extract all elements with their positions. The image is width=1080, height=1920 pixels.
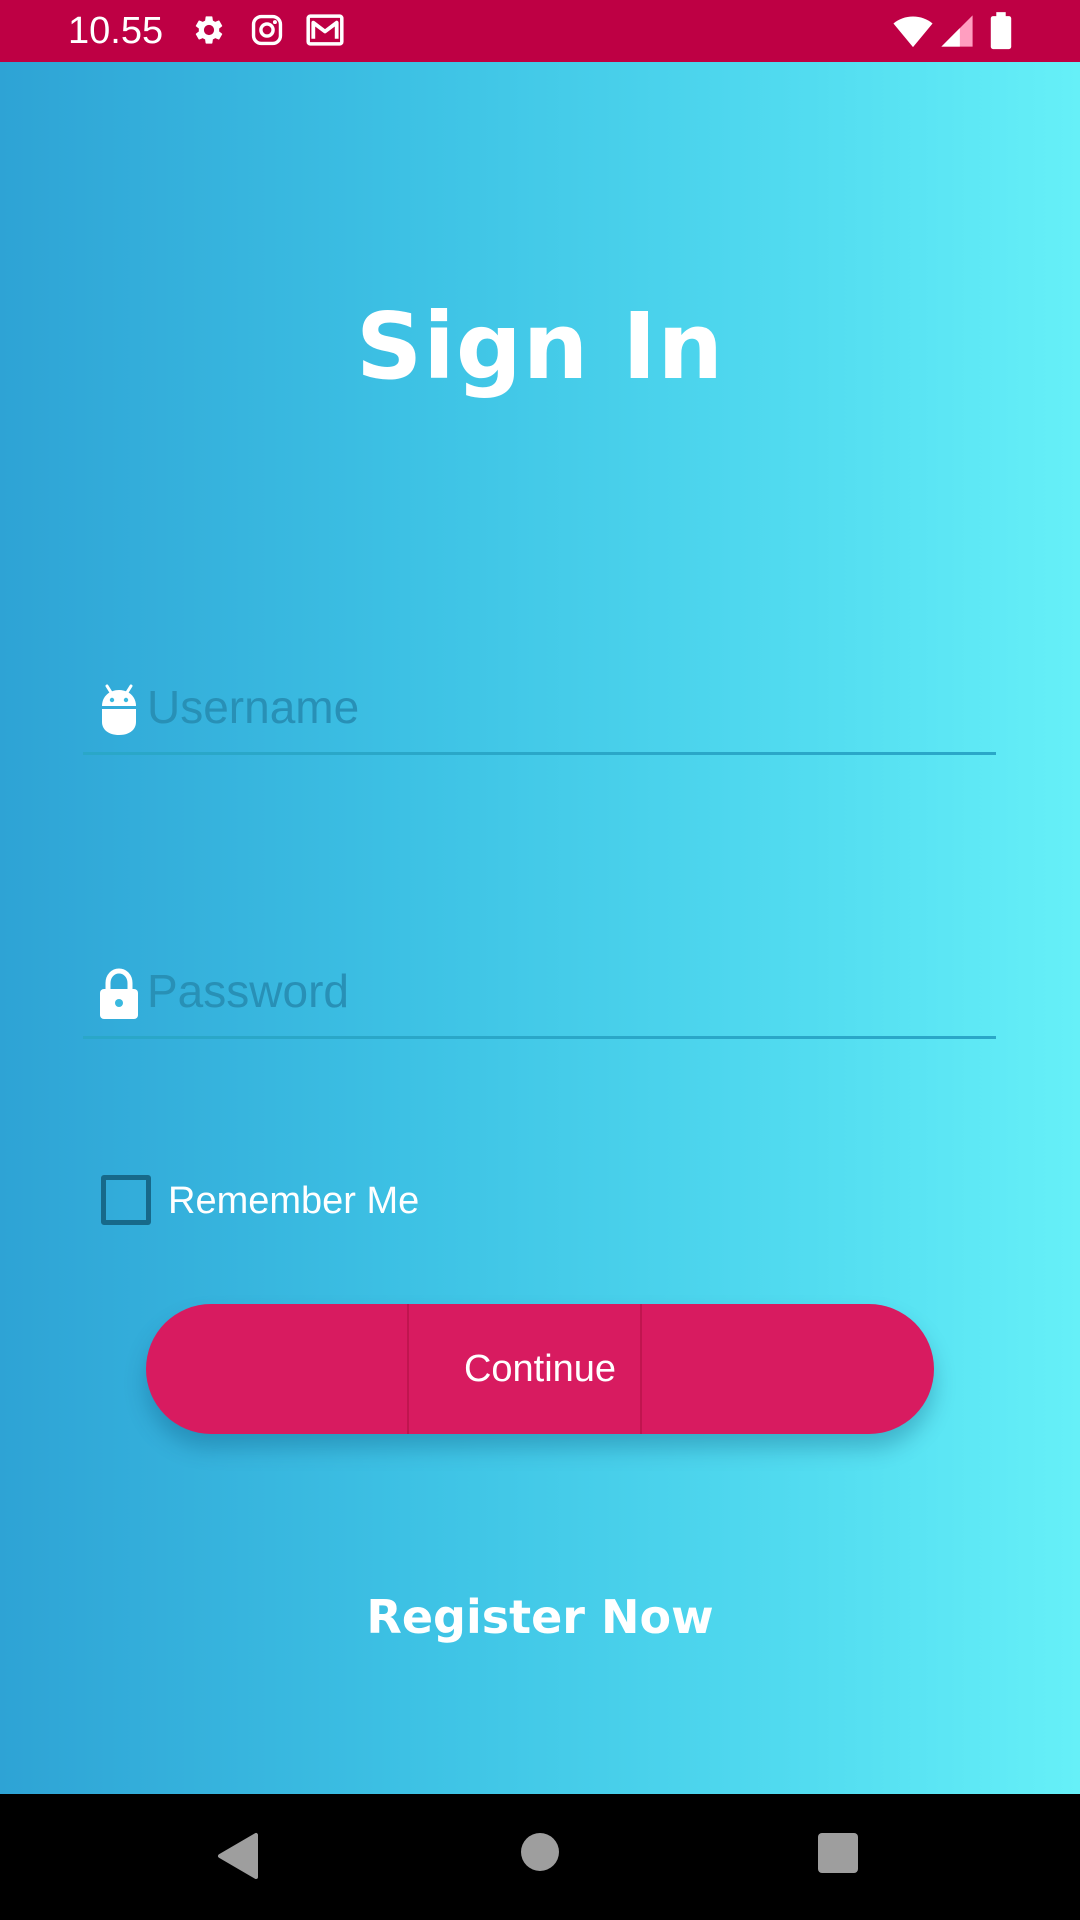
remember-me-label[interactable]: Remember Me [168, 1179, 419, 1223]
instagram-icon [250, 13, 284, 47]
recents-icon[interactable] [818, 1833, 858, 1873]
back-icon[interactable] [216, 1832, 260, 1880]
wifi-icon [892, 14, 934, 48]
continue-button-label: Continue [463, 1348, 617, 1390]
status-bar: 10.55 [0, 0, 1080, 62]
signal-icon [940, 14, 974, 48]
home-icon[interactable] [520, 1832, 560, 1872]
status-time: 10.55 [68, 10, 164, 52]
password-field[interactable] [83, 946, 996, 1039]
gmail-icon [306, 13, 344, 47]
username-input[interactable] [147, 674, 987, 740]
page-title: Sign In [356, 293, 724, 400]
navigation-bar [0, 1794, 1080, 1920]
sign-in-panel: Sign In Username Remember Me Continue Re… [0, 62, 1080, 1794]
lock-icon [97, 968, 141, 1020]
continue-button[interactable]: Continue [146, 1304, 934, 1434]
gear-icon [192, 13, 226, 47]
remember-me-checkbox[interactable] [101, 1175, 151, 1225]
android-icon [97, 684, 141, 736]
screen: 10.55 Sign In Username Remember Me Conti… [0, 0, 1080, 1920]
register-now-link[interactable]: Register Now [0, 1582, 1080, 1652]
username-field[interactable] [83, 662, 996, 755]
battery-icon [990, 12, 1012, 50]
password-input[interactable] [147, 958, 987, 1024]
